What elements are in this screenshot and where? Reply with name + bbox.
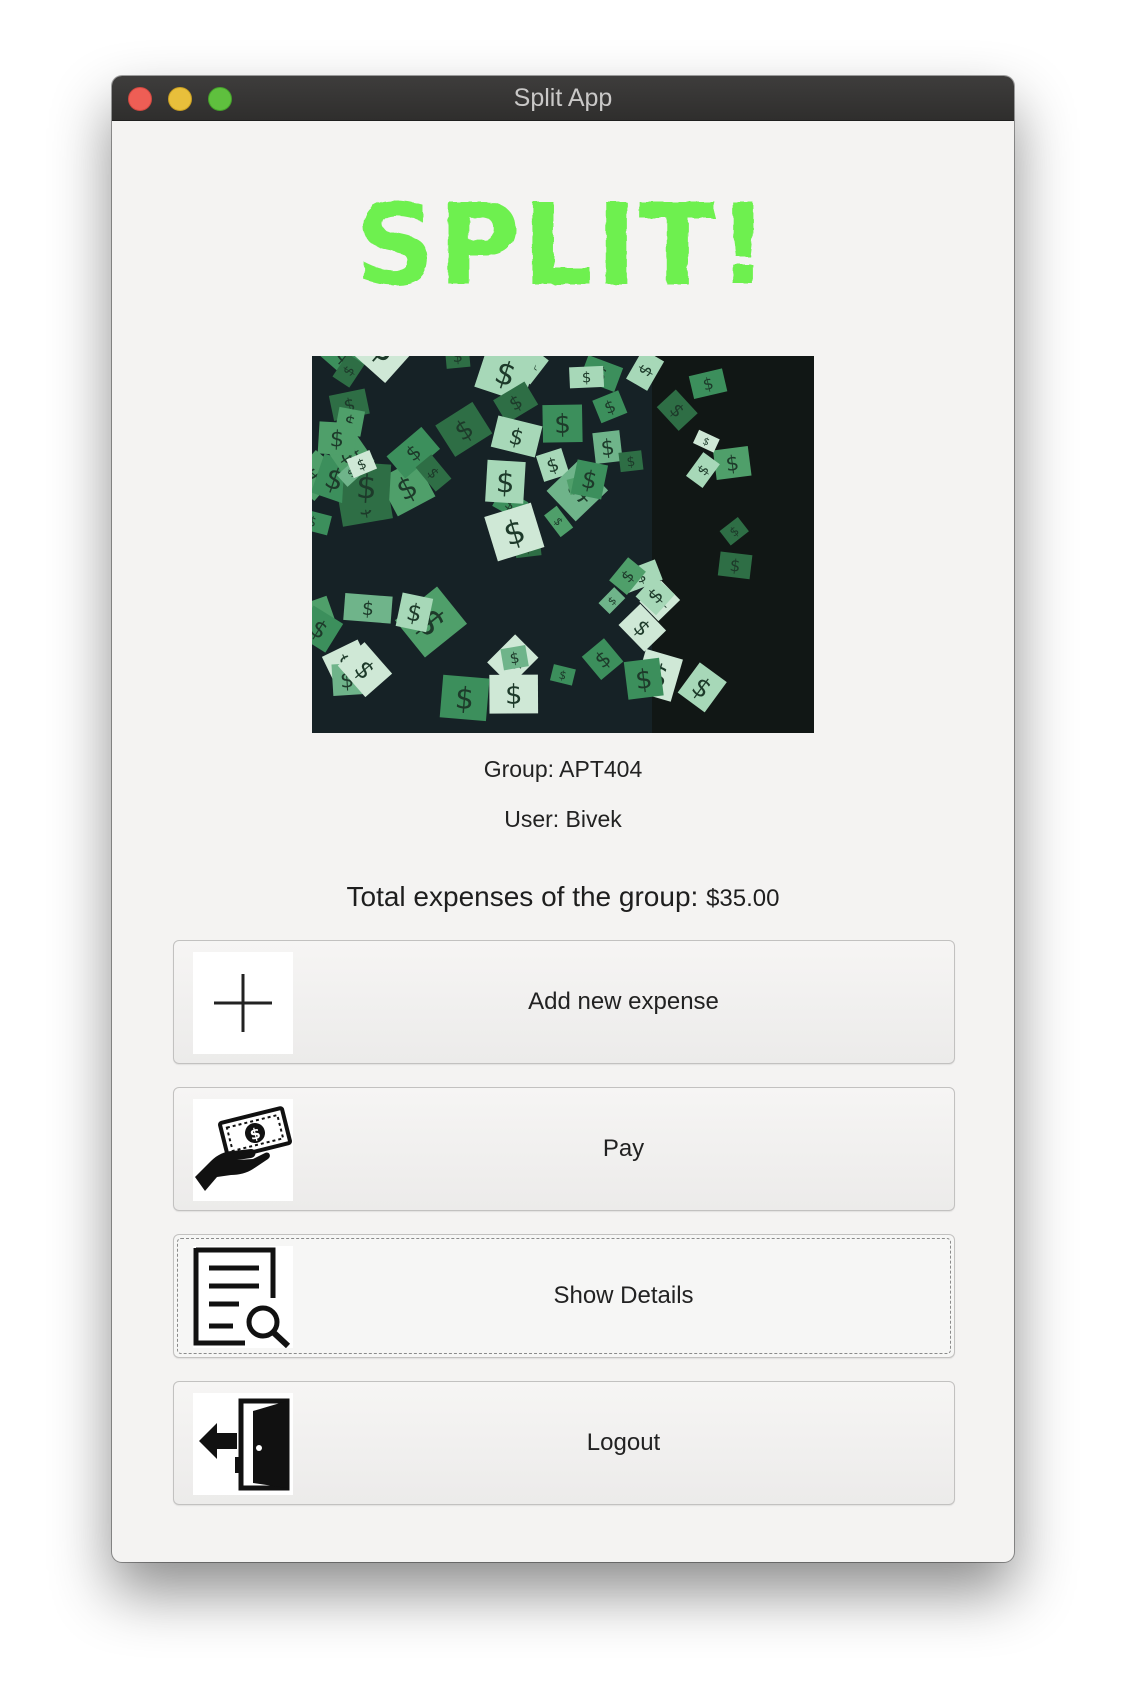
svg-text:$: $ xyxy=(554,410,571,440)
document-search-icon xyxy=(193,1246,293,1349)
svg-text:$: $ xyxy=(495,465,516,500)
svg-text:$: $ xyxy=(505,680,522,711)
pay-button[interactable]: $ Pay xyxy=(173,1087,955,1211)
total-expenses-text: Total expenses of the group: xyxy=(346,881,707,912)
logout-button[interactable]: Logout xyxy=(173,1381,955,1505)
app-window: Split App SPLIT! $ $ $ $ $ $ $ $ $ $ $ $ $ $ $ $ $ $ $ $ $ $ $… xyxy=(112,76,1014,1562)
show-details-label: Show Details xyxy=(553,1282,694,1309)
svg-text:$: $ xyxy=(329,426,345,453)
svg-text:$: $ xyxy=(361,598,375,621)
add-new-expense-button[interactable]: Add new expense xyxy=(173,940,955,1064)
logout-label: Logout xyxy=(586,1429,661,1456)
pay-label: Pay xyxy=(602,1135,645,1162)
title-bar: Split App xyxy=(112,76,1014,121)
window-title: Split App xyxy=(513,84,613,112)
group-label: Group: APT404 xyxy=(483,756,643,782)
exit-door-icon xyxy=(193,1393,293,1495)
svg-text:$: $ xyxy=(454,681,476,717)
svg-text:$: $ xyxy=(451,356,463,366)
app-logo: SPLIT! xyxy=(112,192,1014,302)
add-new-expense-label: Add new expense xyxy=(528,988,719,1015)
total-expenses-label: Total expenses of the group: $35.00 xyxy=(112,881,1014,913)
svg-text:$: $ xyxy=(599,435,616,461)
falling-money-image: $ $ $ $ $ $ $ $ $ $ $ $ $ $ $ $ $ $ $ $ $ $ $ $ $ $ $ $ $ $ $ $ $ $ $ $ $ $ $ $… xyxy=(312,356,814,733)
total-expenses-amount: $35.00 xyxy=(706,885,780,912)
user-label: User: Bivek xyxy=(504,806,622,832)
hand-money-icon: $ xyxy=(193,1099,293,1201)
show-details-button[interactable]: Show Details xyxy=(173,1234,955,1358)
svg-text:$: $ xyxy=(582,369,592,386)
logo-text: SPLIT! xyxy=(355,192,770,302)
split-logo: SPLIT! xyxy=(355,192,770,302)
plus-icon xyxy=(193,952,293,1054)
